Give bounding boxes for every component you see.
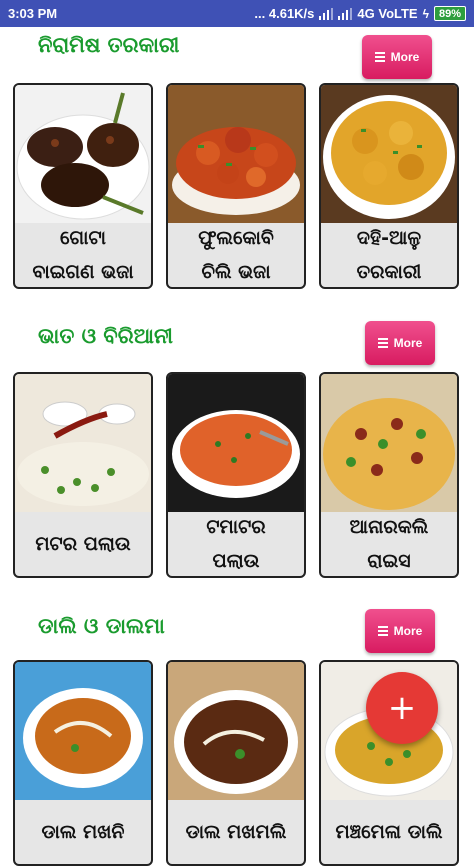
recipe-card[interactable]: ଡାଲ ମଖମଲି [166,660,306,866]
section-title: ଭାତ ଓ ବିରିଆନୀ [38,324,173,348]
battery-level: 89% [438,7,461,20]
recipe-label: ଗୋଟା ବାଇଗଣ ଭଜା [32,227,134,283]
network-type: 4G VoLTE [357,6,418,21]
section-title: ଡାଲି ଓ ଡାଲମା [38,614,165,638]
recipe-label: ଟମାଟର ପଲାଉ [206,516,266,572]
matar-pulao-image [15,374,151,512]
section-rice-biryani: ଭାତ ଓ ବିରିଆନୀ More ମଟର ପଲାଉ ଟମାଟର ପଲାଉ ଆ… [0,316,474,586]
status-bar: 3:03 PM ... 4.61K/s 4G VoLTE ϟ 89% [0,0,474,27]
recipe-card[interactable]: ଦହି-ଆଳୁ ତରକାରୀ [319,83,459,289]
recipe-card[interactable]: ଡାଲ ମଖନି [13,660,153,866]
battery-icon: 89% [433,6,466,21]
recipe-card[interactable]: ଆନାରକଲି ରାଇସ [319,372,459,578]
more-button[interactable]: More [365,321,435,365]
network-speed: ... 4.61K/s [254,6,315,21]
anarkali-rice-image [321,374,457,512]
recipe-card[interactable]: ଗୋଟା ବାଇଗଣ ଭଜା [13,83,153,289]
status-time: 3:03 PM [8,6,58,21]
recipe-label: ଡାଲ ମଖମଲି [185,821,287,843]
more-button[interactable]: More [365,609,435,653]
recipe-label: ଡାଲ ମଖନି [41,821,125,843]
recipe-label: ଆନାରକଲି ରାଇସ [349,516,429,572]
more-button[interactable]: More [362,35,432,79]
recipe-label: ଦହି-ଆଳୁ ତରକାରୀ [356,227,422,283]
menu-icon [374,50,385,64]
signal-icon-2 [338,7,353,20]
more-label: More [393,624,423,638]
recipe-card[interactable]: ଫୁଲକୋବି ଚିଲି ଭଜା [166,83,306,289]
signal-icon [319,7,334,20]
dal-makhani-image [15,662,151,800]
section-vegetarian-curry: ନିରାମିଷ ତରକାରୀ More ଗୋଟା ବାଇଗଣ ଭଜା ଫୁଲକୋ… [0,27,474,297]
recipe-card[interactable]: ଟମାଟର ପଲାଉ [166,372,306,578]
menu-icon [377,336,388,350]
dal-makhmali-image [168,662,304,800]
recipe-label: ମଞ୍ଚମେଳା ଡାଲି [335,821,443,843]
recipe-card[interactable]: ମଟର ପଲାଉ [13,372,153,578]
plus-icon: + [387,688,417,728]
chilli-cauliflower-image [168,85,304,223]
status-right: ... 4.61K/s 4G VoLTE ϟ 89% [254,6,466,21]
add-fab-button[interactable]: + [366,672,438,744]
menu-icon [377,624,388,638]
tomato-pulao-image [168,374,304,512]
section-title: ନିରାମିଷ ତରକାରୀ [38,33,180,57]
stuffed-brinjal-image [15,85,151,223]
charging-icon: ϟ [422,6,429,21]
recipe-label: ଫୁଲକୋବି ଚିଲି ଭଜା [198,227,274,283]
more-label: More [390,50,420,64]
more-label: More [393,336,423,350]
recipe-label: ମଟର ପଲାଉ [35,533,131,555]
dahi-aloo-image [321,85,457,223]
